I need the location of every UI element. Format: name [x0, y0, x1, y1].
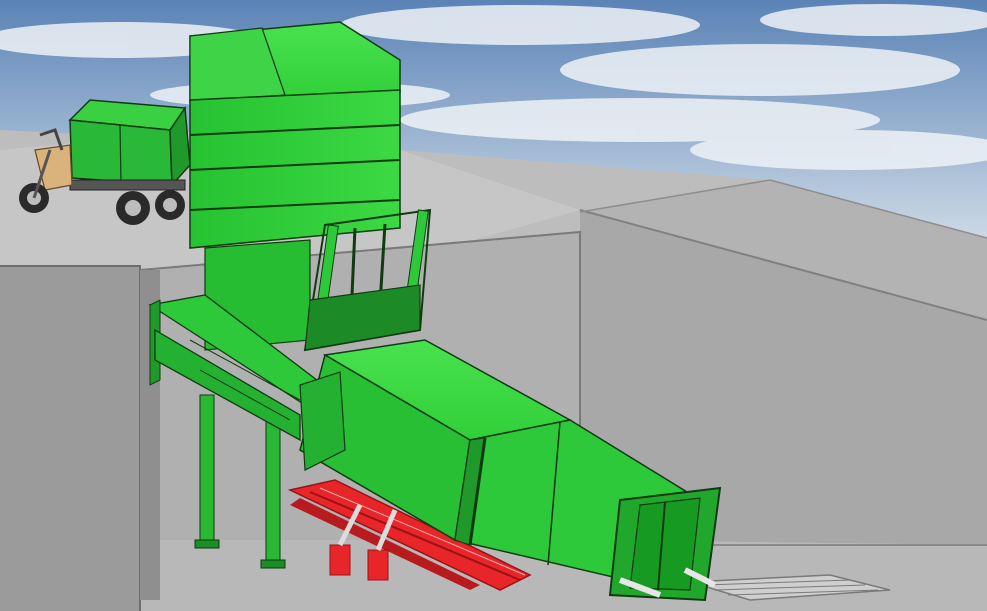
render-canvas: [0, 0, 987, 611]
compactor-station-render: [0, 0, 987, 611]
